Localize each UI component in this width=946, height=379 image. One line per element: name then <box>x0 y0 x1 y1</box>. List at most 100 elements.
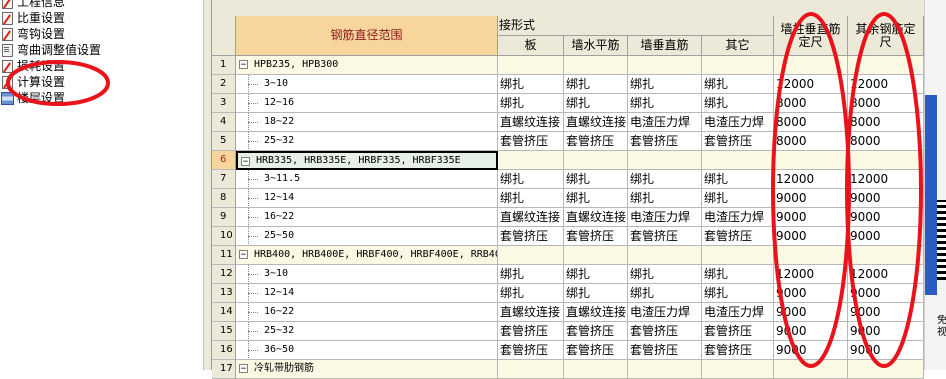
length-cell[interactable] <box>774 151 848 170</box>
connection-cell[interactable] <box>628 246 702 265</box>
table-row[interactable]: 5 25~32 套管挤压 套管挤压 套管挤压 套管挤压 8000 8000 <box>212 132 924 151</box>
range-cell[interactable]: 3~11.5 <box>236 170 498 189</box>
length-cell[interactable]: 8000 <box>848 113 924 132</box>
length-cell[interactable]: 8000 <box>848 132 924 151</box>
length-cell[interactable]: 12000 <box>848 265 924 284</box>
connection-cell[interactable]: 电渣压力焊 <box>628 113 702 132</box>
connection-cell[interactable]: 绑扎 <box>564 265 628 284</box>
table-row[interactable]: 12 3~10 绑扎 绑扎 绑扎 绑扎 12000 12000 <box>212 265 924 284</box>
collapse-icon[interactable]: − <box>239 364 248 374</box>
length-cell[interactable]: 8000 <box>774 132 848 151</box>
connection-cell[interactable]: 绑扎 <box>628 265 702 284</box>
length-cell[interactable] <box>774 56 848 75</box>
connection-cell[interactable]: 套管挤压 <box>702 322 774 341</box>
table-row[interactable]: 13 12~14 绑扎 绑扎 绑扎 绑扎 9000 9000 <box>212 284 924 303</box>
range-cell[interactable]: − HRB400, HRB400E, HRBF400, HRBF400E, RRB… <box>236 246 498 265</box>
tree-item-bend-adjust[interactable]: 弯曲调整值设置 <box>0 42 101 58</box>
range-cell[interactable]: 25~32 <box>236 132 498 151</box>
connection-cell[interactable]: 绑扎 <box>498 94 564 113</box>
range-cell[interactable]: 18~22 <box>236 113 498 132</box>
length-cell[interactable]: 12000 <box>774 265 848 284</box>
collapse-icon[interactable]: − <box>239 250 248 260</box>
length-cell[interactable]: 9000 <box>774 322 848 341</box>
connection-cell[interactable]: 绑扎 <box>628 170 702 189</box>
length-cell[interactable] <box>848 246 924 265</box>
length-cell[interactable]: 9000 <box>848 189 924 208</box>
connection-cell[interactable]: 直螺纹连接 <box>564 113 628 132</box>
connection-cell[interactable]: 套管挤压 <box>628 341 702 360</box>
range-cell[interactable]: 25~50 <box>236 227 498 246</box>
connection-cell[interactable]: 套管挤压 <box>564 227 628 246</box>
table-row[interactable]: 7 3~11.5 绑扎 绑扎 绑扎 绑扎 12000 12000 <box>212 170 924 189</box>
connection-cell[interactable]: 绑扎 <box>564 94 628 113</box>
connection-cell[interactable]: 直螺纹连接 <box>564 208 628 227</box>
length-cell[interactable]: 9000 <box>774 284 848 303</box>
connection-cell[interactable]: 绑扎 <box>564 189 628 208</box>
connection-cell[interactable]: 绑扎 <box>564 75 628 94</box>
connection-cell[interactable] <box>498 56 564 75</box>
length-cell[interactable]: 9000 <box>774 208 848 227</box>
length-cell[interactable]: 8000 <box>774 94 848 113</box>
connection-cell[interactable]: 套管挤压 <box>564 322 628 341</box>
connection-cell[interactable]: 套管挤压 <box>498 132 564 151</box>
connection-cell[interactable]: 绑扎 <box>702 75 774 94</box>
table-row[interactable]: 15 25~32 套管挤压 套管挤压 套管挤压 套管挤压 9000 9000 <box>212 322 924 341</box>
connection-cell[interactable] <box>564 246 628 265</box>
connection-cell[interactable]: 绑扎 <box>628 75 702 94</box>
collapse-icon[interactable]: − <box>239 60 248 70</box>
length-cell[interactable]: 12000 <box>774 170 848 189</box>
connection-cell[interactable]: 套管挤压 <box>498 227 564 246</box>
connection-cell[interactable]: 绑扎 <box>498 189 564 208</box>
range-cell[interactable]: 16~22 <box>236 303 498 322</box>
tree-item-project-info[interactable]: 工程信息 <box>0 0 65 10</box>
connection-cell[interactable]: 直螺纹连接 <box>498 113 564 132</box>
length-cell[interactable]: 9000 <box>848 284 924 303</box>
connection-cell[interactable] <box>702 151 774 170</box>
table-group-row[interactable]: 1− HPB235, HPB300 <box>212 56 924 75</box>
length-cell[interactable]: 9000 <box>848 208 924 227</box>
panel-splitter[interactable] <box>203 0 212 370</box>
table-row[interactable]: 10 25~50 套管挤压 套管挤压 套管挤压 套管挤压 9000 9000 <box>212 227 924 246</box>
range-cell[interactable]: 16~22 <box>236 208 498 227</box>
connection-cell[interactable]: 直螺纹连接 <box>564 303 628 322</box>
tree-item-density[interactable]: 比重设置 <box>0 10 65 26</box>
range-cell[interactable]: 3~10 <box>236 265 498 284</box>
range-cell[interactable]: 36~50 <box>236 341 498 360</box>
connection-cell[interactable]: 套管挤压 <box>628 227 702 246</box>
connection-cell[interactable] <box>702 246 774 265</box>
connection-cell[interactable]: 套管挤压 <box>564 341 628 360</box>
connection-cell[interactable] <box>628 56 702 75</box>
connection-cell[interactable] <box>702 56 774 75</box>
length-cell[interactable]: 9000 <box>774 303 848 322</box>
connection-cell[interactable]: 绑扎 <box>702 170 774 189</box>
length-cell[interactable]: 8000 <box>774 113 848 132</box>
table-row[interactable]: 4 18~22 直螺纹连接 直螺纹连接 电渣压力焊 电渣压力焊 8000 8000 <box>212 113 924 132</box>
connection-cell[interactable]: 套管挤压 <box>702 341 774 360</box>
range-cell[interactable]: − HRB335, HRB335E, HRBF335, HRBF335E <box>236 151 498 170</box>
connection-cell[interactable]: 绑扎 <box>628 94 702 113</box>
connection-cell[interactable]: 绑扎 <box>498 265 564 284</box>
tree-item-calc-settings[interactable]: 计算设置 <box>0 74 65 90</box>
tree-item-floor-settings[interactable]: 楼层设置 <box>0 90 65 106</box>
connection-cell[interactable]: 直螺纹连接 <box>498 208 564 227</box>
range-cell[interactable]: 25~32 <box>236 322 498 341</box>
range-cell[interactable]: − HPB235, HPB300 <box>236 56 498 75</box>
connection-cell[interactable]: 电渣压力焊 <box>628 303 702 322</box>
length-cell[interactable]: 9000 <box>774 189 848 208</box>
table-row[interactable]: 3 12~16 绑扎 绑扎 绑扎 绑扎 8000 8000 <box>212 94 924 113</box>
length-cell[interactable]: 9000 <box>848 303 924 322</box>
table-row[interactable]: 16 36~50 套管挤压 套管挤压 套管挤压 套管挤压 9000 9000 <box>212 341 924 360</box>
connection-cell[interactable]: 绑扎 <box>564 284 628 303</box>
length-cell[interactable]: 9000 <box>848 341 924 360</box>
range-cell[interactable]: 12~16 <box>236 94 498 113</box>
length-cell[interactable] <box>848 56 924 75</box>
connection-cell[interactable] <box>564 151 628 170</box>
length-cell[interactable]: 9000 <box>848 227 924 246</box>
tree-item-loss[interactable]: 损耗设置 <box>0 58 65 74</box>
connection-cell[interactable]: 绑扎 <box>564 170 628 189</box>
connection-cell[interactable]: 绑扎 <box>498 75 564 94</box>
connection-cell[interactable]: 绑扎 <box>628 284 702 303</box>
table-group-row[interactable]: 6− HRB335, HRB335E, HRBF335, HRBF335E <box>212 151 924 170</box>
connection-cell[interactable]: 直螺纹连接 <box>498 303 564 322</box>
connection-cell[interactable] <box>498 151 564 170</box>
